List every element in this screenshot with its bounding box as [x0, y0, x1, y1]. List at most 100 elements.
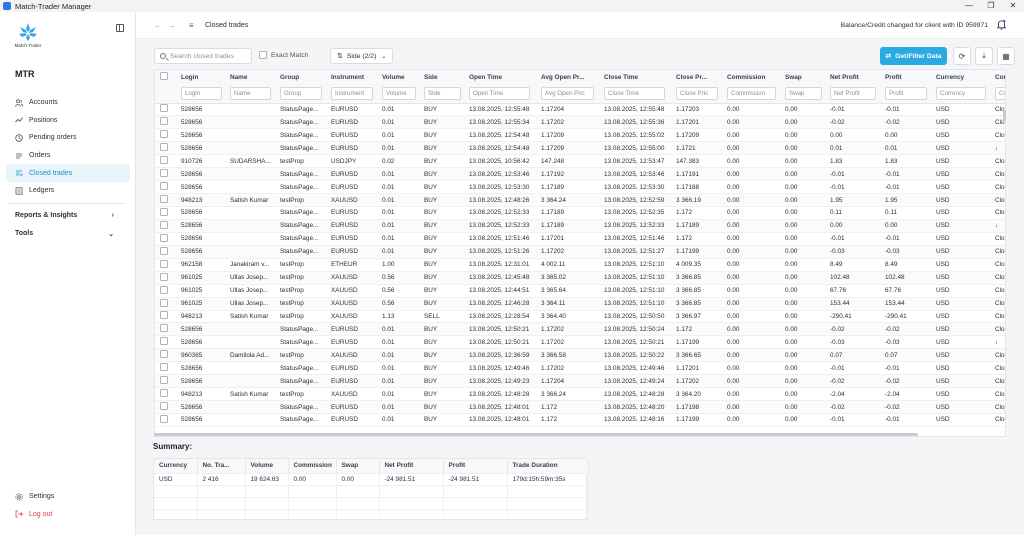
close-button[interactable]: ✕ — [1002, 0, 1024, 12]
sidebar-item-orders[interactable]: Orders — [6, 147, 130, 165]
column-header[interactable]: Comm — [991, 70, 1005, 84]
column-filter-input[interactable]: Comm — [995, 86, 1005, 100]
table-row[interactable]: 528656 StatusPage... EURUSD 0.01 BUY 13.08.20… — [155, 115, 1005, 130]
table-row[interactable]: 528656 StatusPage... EURUSD 0.01 BUY 13.08.20… — [155, 322, 1005, 337]
table-row[interactable]: 528656 StatusPage... EURUSD 0.01 BUY 13.08.20… — [155, 374, 1005, 389]
table-row[interactable]: 528656 StatusPage... EURUSD 0.01 BUY 13.08.20… — [155, 103, 1005, 117]
row-checkbox[interactable] — [160, 143, 168, 152]
search-input[interactable] — [170, 51, 250, 61]
search-box[interactable] — [154, 48, 252, 64]
row-checkbox[interactable] — [160, 195, 168, 204]
back-arrow-icon[interactable]: ← — [154, 21, 168, 30]
table-row[interactable]: 528656 StatusPage... EURUSD 0.01 BUY 13.08.20… — [155, 206, 1005, 220]
column-filter-input[interactable]: Swap — [785, 86, 822, 100]
row-checkbox[interactable] — [160, 389, 168, 398]
bell-icon[interactable] — [996, 19, 1007, 30]
column-filter-input[interactable]: Close Time — [604, 86, 666, 100]
row-checkbox[interactable] — [160, 272, 168, 281]
exact-match-toggle[interactable]: Exact Match — [259, 51, 308, 59]
side-filter-dropdown[interactable]: ⇅ Side (2/2) ⌄ — [330, 48, 393, 64]
minimize-button[interactable]: — — [958, 0, 980, 12]
column-filter-input[interactable]: Instrument — [331, 86, 374, 100]
column-header[interactable]: Profit — [881, 70, 932, 84]
row-checkbox[interactable] — [160, 104, 168, 113]
column-filter-input[interactable]: Side — [424, 86, 461, 100]
row-checkbox[interactable] — [160, 311, 168, 320]
row-checkbox[interactable] — [160, 259, 168, 268]
download-button[interactable]: ⤓ — [975, 47, 993, 65]
maximize-button[interactable]: ❐ — [980, 0, 1002, 12]
get-filter-data-button[interactable]: ⇄ Get/Filter Data — [880, 47, 947, 65]
table-row[interactable]: 961025 Ullas Josep... testProp XAUUSD 0.56 BU… — [155, 284, 1005, 298]
row-checkbox[interactable] — [160, 363, 168, 372]
sidebar-item-accounts[interactable]: Accounts — [6, 94, 130, 112]
column-header[interactable]: Commission — [723, 70, 781, 84]
column-filter-input[interactable]: Open Time — [469, 86, 531, 100]
row-checkbox[interactable] — [160, 337, 168, 346]
row-checkbox[interactable] — [160, 285, 168, 294]
column-header[interactable]: Side — [420, 70, 465, 84]
row-checkbox[interactable] — [160, 233, 168, 242]
column-filter-input[interactable]: Commission — [727, 86, 776, 100]
row-checkbox[interactable] — [160, 324, 168, 333]
table-row[interactable]: 528656 StatusPage... EURUSD 0.01 BUY 13.08.20… — [155, 180, 1005, 195]
sidebar-item-logout[interactable]: Log out — [6, 506, 130, 524]
table-row[interactable]: 961025 Ullas Josep... testProp XAUUSD 0.56 BU… — [155, 297, 1005, 311]
column-header[interactable]: Currency — [932, 70, 991, 84]
column-header[interactable]: Group — [276, 70, 327, 84]
row-checkbox[interactable] — [160, 169, 168, 178]
breadcrumb[interactable]: Closed trades — [205, 22, 248, 29]
row-checkbox[interactable] — [160, 246, 168, 255]
column-filter-input[interactable]: Currency — [936, 86, 986, 100]
column-header[interactable]: Net Profit — [826, 70, 881, 84]
column-filter-input[interactable]: Name — [230, 86, 272, 100]
column-filter-input[interactable]: Net Profit — [830, 86, 876, 100]
column-filter-input[interactable]: Profit — [885, 86, 928, 100]
table-row[interactable]: 528656 StatusPage... EURUSD 0.01 BUY 13.08.20… — [155, 219, 1005, 233]
column-header[interactable]: Swap — [781, 70, 826, 84]
sidebar-group-tools[interactable]: Tools ⌄ — [6, 225, 130, 243]
table-row[interactable]: 948213 Satish Kumar testProp XAUUSD 0.01 BUY 1… — [155, 193, 1005, 207]
column-filter-input[interactable]: Login — [181, 86, 222, 100]
row-checkbox[interactable] — [160, 376, 168, 385]
forward-arrow-icon[interactable]: → — [168, 21, 182, 30]
table-row[interactable]: 528656 StatusPage... EURUSD 0.01 BUY 13.08.20… — [155, 413, 1005, 427]
column-header[interactable]: Avg Open Pr... — [537, 70, 600, 84]
row-checkbox[interactable] — [160, 117, 168, 126]
table-row[interactable]: 961025 Ullas Josep... testProp XAUUSD 0.56 BU… — [155, 271, 1005, 285]
row-checkbox[interactable] — [160, 130, 168, 139]
table-row[interactable]: 528656 StatusPage... EURUSD 0.01 BUY 13.08.20… — [155, 232, 1005, 246]
row-checkbox[interactable] — [160, 414, 168, 423]
sidebar-collapse-icon[interactable] — [116, 24, 124, 32]
sidebar-item-settings[interactable]: Settings — [6, 488, 130, 506]
select-all-checkbox[interactable] — [160, 72, 168, 80]
table-row[interactable]: 528656 StatusPage... EURUSD 0.01 BUY 13.08.20… — [155, 141, 1005, 156]
table-row[interactable]: 960365 Damilola Ad... testProp XAUUSD 0.01 BU… — [155, 348, 1005, 363]
sidebar-item-pending-orders[interactable]: Pending orders — [6, 129, 130, 147]
sidebar-item-ledgers[interactable]: Ledgers — [6, 182, 130, 200]
table-row[interactable]: 910726 SUDARSHA... testProp USDJPY 0.02 BUY 13… — [155, 154, 1005, 169]
table-row[interactable]: 528656 StatusPage... EURUSD 0.01 BUY 13.08.20… — [155, 167, 1005, 182]
table-row[interactable]: 528656 StatusPage... EURUSD 0.01 BUY 13.08.20… — [155, 400, 1005, 414]
table-row[interactable]: 528656 StatusPage... EURUSD 0.01 BUY 13.08.20… — [155, 335, 1005, 350]
column-header[interactable]: Open Time — [465, 70, 537, 84]
vertical-scrollbar[interactable] — [1003, 110, 1006, 122]
row-checkbox[interactable] — [160, 156, 168, 165]
sidebar-item-positions[interactable]: Positions — [6, 112, 130, 130]
row-checkbox[interactable] — [160, 220, 168, 229]
table-row[interactable]: 528656 StatusPage... EURUSD 0.01 BUY 13.08.20… — [155, 128, 1005, 143]
column-filter-input[interactable]: Close Pric — [676, 86, 719, 100]
row-checkbox[interactable] — [160, 182, 168, 191]
columns-button[interactable]: ▦ — [997, 47, 1015, 65]
sidebar-item-closed-trades[interactable]: Closed trades — [6, 164, 130, 182]
table-row[interactable]: 528656 StatusPage... EURUSD 0.01 BUY 13.08.20… — [155, 361, 1005, 376]
row-checkbox[interactable] — [160, 350, 168, 359]
horizontal-scrollbar[interactable] — [154, 433, 918, 436]
row-checkbox[interactable] — [160, 298, 168, 307]
table-row[interactable]: 948213 Satish Kumar testProp XAUUSD 1.13 SELL… — [155, 310, 1005, 324]
row-checkbox[interactable] — [160, 402, 168, 411]
table-row[interactable]: 528656 StatusPage... EURUSD 0.01 BUY 13.08.20… — [155, 245, 1005, 259]
table-row[interactable]: 948213 Satish Kumar testProp XAUUSD 0.01 BUY 1… — [155, 387, 1005, 402]
sidebar-group-reports[interactable]: Reports & Insights › — [6, 207, 130, 225]
column-header[interactable]: Volume — [378, 70, 420, 84]
